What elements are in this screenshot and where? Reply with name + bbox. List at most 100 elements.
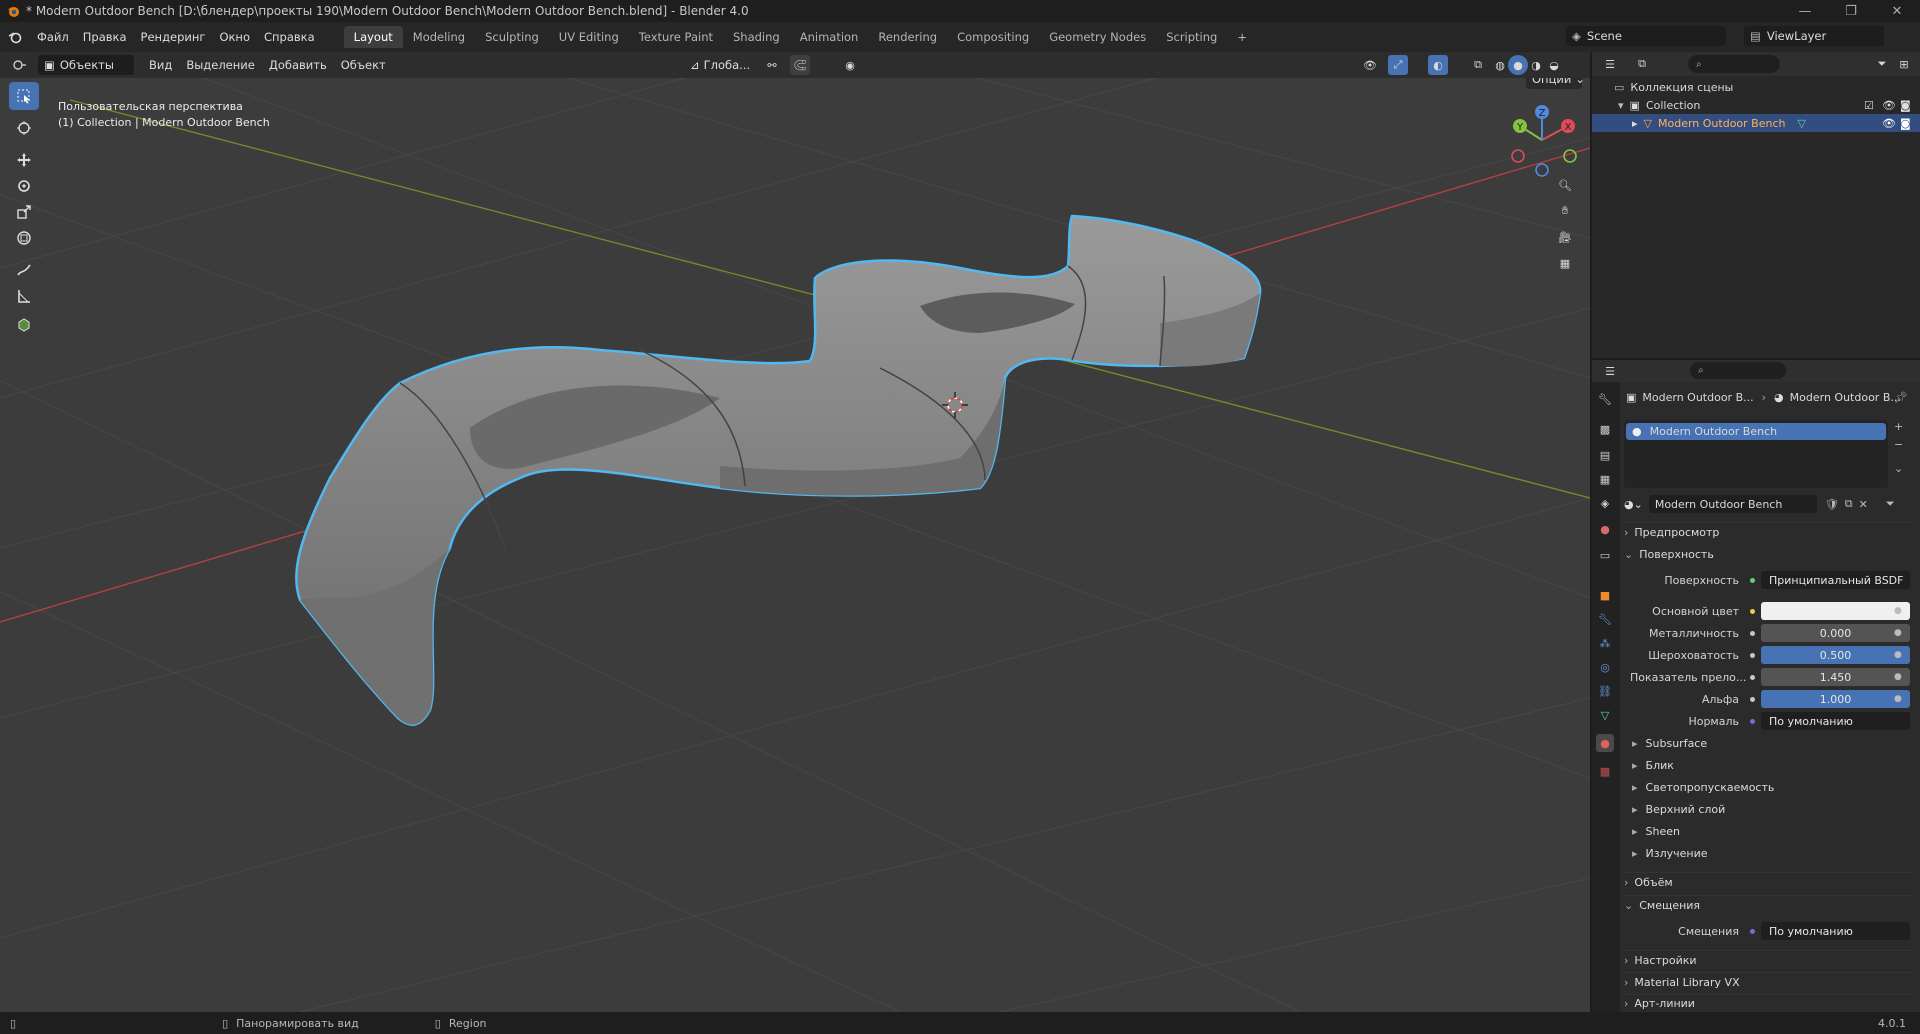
- camera-view-icon[interactable]: 🎥︎: [1552, 224, 1578, 250]
- subpanel-sheen[interactable]: ▸ Sheen: [1632, 822, 1902, 840]
- collection-tab-icon[interactable]: ▭: [1596, 546, 1614, 564]
- browse-filter-icon[interactable]: ⏷: [1886, 497, 1895, 511]
- slot-specials-icon[interactable]: ⌄: [1894, 462, 1903, 475]
- subpanel-coat[interactable]: ▸ Верхний слой: [1632, 800, 1902, 818]
- hide-eye-icon[interactable]: 👁︎: [1882, 117, 1896, 130]
- pan-hand-icon[interactable]: ✋︎: [1552, 198, 1578, 224]
- maximize-icon[interactable]: ❐: [1828, 0, 1874, 22]
- select-box-tool-icon[interactable]: [9, 82, 39, 110]
- editor-type-icon[interactable]: [10, 55, 30, 75]
- menu-help[interactable]: Справка: [257, 27, 322, 47]
- outliner-row-object[interactable]: ▸ ▽ Modern Outdoor Bench ▽ 👁︎ ◙: [1592, 114, 1920, 132]
- keyframe-dot-icon[interactable]: ●: [1894, 650, 1902, 660]
- close-icon[interactable]: ✕: [1874, 0, 1920, 22]
- tab-geometry-nodes[interactable]: Geometry Nodes: [1039, 26, 1156, 48]
- particles-tab-icon[interactable]: ⁂: [1596, 634, 1614, 652]
- modifier-tab-icon[interactable]: 🔧︎: [1596, 610, 1614, 628]
- blender-menu-icon[interactable]: [0, 30, 30, 44]
- unlink-material-icon[interactable]: ✕: [1859, 498, 1868, 511]
- xray-toggle-icon[interactable]: ⧉: [1468, 55, 1488, 75]
- cursor-tool-icon[interactable]: [9, 114, 39, 142]
- roughness-field[interactable]: 0.500: [1761, 646, 1910, 664]
- add-slot-icon[interactable]: +: [1894, 420, 1903, 433]
- visibility-icon[interactable]: 👁︎: [1360, 55, 1380, 75]
- metallic-field[interactable]: 0.000: [1761, 624, 1910, 642]
- panel-preview[interactable]: › Предпросмотр: [1624, 522, 1912, 542]
- world-tab-icon[interactable]: ●: [1596, 520, 1614, 538]
- keyframe-dot-icon[interactable]: ●: [1894, 672, 1902, 682]
- tab-layout[interactable]: Layout: [343, 26, 403, 48]
- displacement-field[interactable]: По умолчанию: [1761, 922, 1910, 940]
- menu-window[interactable]: Окно: [212, 27, 257, 47]
- panel-settings[interactable]: › Настройки: [1624, 950, 1912, 970]
- panel-volume[interactable]: › Объём: [1624, 872, 1912, 892]
- outliner-search-input[interactable]: ⌕: [1688, 55, 1780, 73]
- view-layer-selector[interactable]: ▤ ViewLayer: [1744, 26, 1884, 46]
- material-slot-item[interactable]: ● Modern Outdoor Bench: [1626, 423, 1886, 440]
- view-layer-tab-icon[interactable]: ▦: [1596, 470, 1614, 488]
- subpanel-specular[interactable]: ▸ Блик: [1632, 756, 1902, 774]
- exclude-checkbox-icon[interactable]: ☑: [1864, 99, 1874, 112]
- render-camera-icon[interactable]: ◙: [1900, 117, 1911, 130]
- outliner-row-scene-collection[interactable]: ▭ Коллекция сцены: [1592, 78, 1920, 96]
- menu-file[interactable]: Файл: [30, 27, 76, 47]
- ortho-toggle-icon[interactable]: ▦: [1552, 250, 1578, 276]
- tab-compositing[interactable]: Compositing: [947, 26, 1039, 48]
- menu-add[interactable]: Добавить: [262, 58, 334, 72]
- collapse-arrow-icon[interactable]: ▾: [1618, 99, 1624, 112]
- outliner-editor-icon[interactable]: ☰: [1600, 54, 1620, 74]
- pivot-point-icon[interactable]: ⚯: [762, 55, 782, 75]
- snap-icon[interactable]: 🧲︎: [790, 55, 810, 75]
- physics-tab-icon[interactable]: ◎: [1596, 658, 1614, 676]
- tab-texture-paint[interactable]: Texture Paint: [629, 26, 723, 48]
- properties-search-input[interactable]: ⌕: [1690, 362, 1786, 379]
- constraints-tab-icon[interactable]: ⛓︎: [1596, 682, 1614, 700]
- scale-tool-icon[interactable]: [9, 198, 39, 226]
- 3d-viewport[interactable]: Пользовательская перспектива (1) Collect…: [0, 78, 1590, 1012]
- scene-selector[interactable]: ◈ Scene: [1566, 26, 1726, 46]
- keyframe-dot-icon[interactable]: ●: [1894, 606, 1902, 616]
- menu-view[interactable]: Вид: [142, 58, 179, 72]
- gizmo-toggle-icon[interactable]: ⤢: [1388, 55, 1408, 75]
- remove-slot-icon[interactable]: −: [1894, 438, 1903, 451]
- move-tool-icon[interactable]: [9, 146, 39, 174]
- tab-animation[interactable]: Animation: [790, 26, 869, 48]
- rotate-tool-icon[interactable]: [9, 172, 39, 200]
- overlay-toggle-icon[interactable]: ◐: [1428, 55, 1448, 75]
- material-tab-icon[interactable]: ●: [1596, 734, 1614, 752]
- wireframe-shading-icon[interactable]: ◍: [1490, 55, 1510, 75]
- keyframe-dot-icon[interactable]: ●: [1894, 628, 1902, 638]
- material-name-field[interactable]: Modern Outdoor Bench: [1648, 495, 1817, 513]
- annotate-tool-icon[interactable]: [9, 256, 39, 284]
- subpanel-transmission[interactable]: ▸ Светопропускаемость: [1632, 778, 1902, 796]
- menu-object[interactable]: Объект: [334, 58, 393, 72]
- new-collection-icon[interactable]: ⊞: [1894, 54, 1914, 74]
- options-button[interactable]: Опции ⌄: [1526, 78, 1585, 89]
- transform-tool-icon[interactable]: [9, 224, 39, 252]
- subpanel-subsurface[interactable]: ▸ Subsurface: [1632, 734, 1902, 752]
- texture-tab-icon[interactable]: ▩: [1596, 762, 1614, 780]
- properties-editor-icon[interactable]: ☰: [1600, 361, 1620, 381]
- object-tab-icon[interactable]: ■: [1596, 586, 1614, 604]
- ior-field[interactable]: 1.450: [1761, 668, 1910, 686]
- minimize-icon[interactable]: —: [1782, 0, 1828, 22]
- panel-surface[interactable]: ⌄ Поверхность: [1624, 544, 1912, 564]
- viewport-scene[interactable]: [0, 78, 1590, 1012]
- render-tab-icon[interactable]: ▩: [1596, 420, 1614, 438]
- rendered-shading-icon[interactable]: ◒: [1544, 55, 1564, 75]
- data-tab-icon[interactable]: ▽: [1596, 706, 1614, 724]
- tool-tab-icon[interactable]: 🔧︎: [1596, 390, 1614, 408]
- tab-shading[interactable]: Shading: [723, 26, 790, 48]
- base-color-swatch[interactable]: [1761, 602, 1910, 620]
- transform-orientation-selector[interactable]: ⊿ Глоба...: [684, 55, 756, 75]
- keyframe-dot-icon[interactable]: ●: [1894, 694, 1902, 704]
- tab-sculpting[interactable]: Sculpting: [475, 26, 549, 48]
- outliner-row-collection[interactable]: ▾ ▣ Collection ☑ 👁︎ ◙: [1592, 96, 1920, 114]
- material-shading-icon[interactable]: ◑: [1526, 55, 1546, 75]
- fake-user-icon[interactable]: 🛡︎: [1825, 498, 1839, 511]
- tab-rendering[interactable]: Rendering: [868, 26, 947, 48]
- measure-tool-icon[interactable]: [9, 282, 39, 310]
- mode-selector[interactable]: ▣ Объекты: [38, 55, 134, 75]
- navigation-gizmo[interactable]: X Y Z: [1500, 100, 1580, 180]
- display-mode-icon[interactable]: ⧉: [1632, 54, 1652, 74]
